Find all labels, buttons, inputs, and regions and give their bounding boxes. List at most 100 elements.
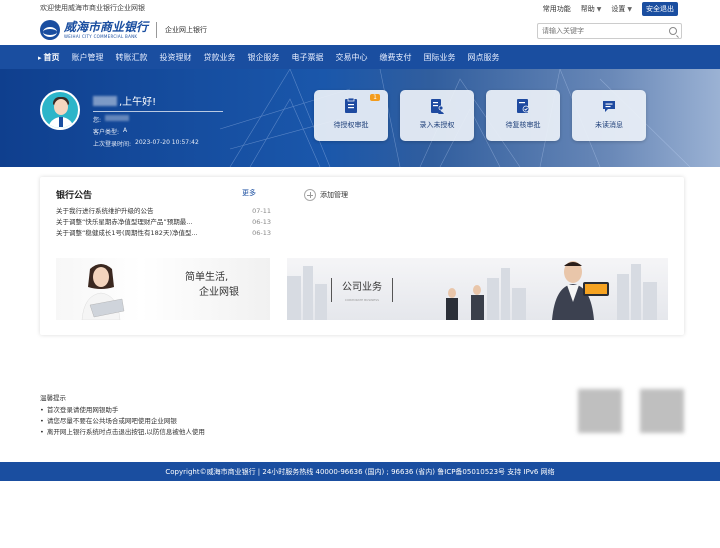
- avatar-tie: [59, 117, 63, 127]
- woman-with-laptop-illustration: [81, 264, 125, 320]
- header: 威海市商业银行 WEIHAI CITY COMMERCIAL BANK 企业网上…: [0, 16, 720, 44]
- role-row: 您:: [93, 115, 223, 124]
- chevron-down-icon: ▼: [627, 5, 632, 13]
- top-link-help[interactable]: 帮助 ▼: [581, 4, 602, 14]
- avatar-face: [54, 99, 68, 115]
- nav-list: 首页 账户管理 转账汇款 投资理财 贷款业务 银企服务 电子票据 交易中心 缴费…: [0, 45, 720, 69]
- promo-banner-simple-life[interactable]: 简单生活, 企业网银: [56, 258, 270, 320]
- nav-item-investment[interactable]: 投资理财: [160, 52, 192, 63]
- top-link-common-functions[interactable]: 常用功能: [543, 4, 571, 14]
- top-bar: 欢迎使用威海市商业银行企业网银 常用功能 帮助 ▼ 设置 ▼ 安全退出: [0, 0, 720, 16]
- nav-item-branches[interactable]: 网点服务: [468, 52, 500, 63]
- search-box: [537, 23, 682, 39]
- notice-item[interactable]: 关于调整“快乐星期赤净值型理财产品”预期最... 06-13: [56, 217, 271, 228]
- notice-date: 07-11: [252, 207, 271, 215]
- top-link-label: 设置: [611, 5, 626, 13]
- last-login-label: 上次登录时间:: [93, 141, 132, 148]
- notice-title: 银行公告: [56, 191, 93, 201]
- nav-item-home[interactable]: 首页: [38, 52, 60, 63]
- document-check-icon: [516, 98, 530, 114]
- category-row: 客户类型: A: [93, 127, 223, 136]
- notice-list: 关于我行进行系统维护升级的公告 07-11 关于调整“快乐星期赤净值型理财产品”预…: [56, 206, 271, 239]
- welcome-text: 欢迎使用威海市商业银行企业网银: [40, 4, 145, 12]
- pending-count-badge: 1: [370, 94, 380, 101]
- last-login-value: 2023-07-20 10:57:42: [135, 139, 199, 146]
- top-link-label: 常用功能: [542, 5, 571, 13]
- top-link-settings[interactable]: 设置 ▼: [611, 4, 632, 14]
- user-info-divider: [93, 111, 223, 112]
- footer-text: Copyright©威海市商业银行 | 24小时服务热线 40000-96636…: [165, 467, 555, 476]
- nav-item-loans[interactable]: 贷款业务: [204, 52, 236, 63]
- category-label: 客户类型:: [93, 129, 120, 136]
- greeting: ,上午好!: [93, 93, 223, 108]
- quick-label: 待复核审批: [505, 121, 541, 129]
- main-nav: 首页 账户管理 转账汇款 投资理财 贷款业务 银企服务 电子票据 交易中心 缴费…: [0, 45, 720, 69]
- search-input[interactable]: [542, 27, 662, 35]
- quick-unread-messages[interactable]: 未读消息: [572, 90, 646, 141]
- document-person-icon: [430, 98, 444, 114]
- category-value: A: [123, 127, 128, 134]
- notice-date: 06-13: [252, 218, 271, 226]
- notice-date: 06-13: [252, 229, 271, 237]
- footer: Copyright©威海市商业银行 | 24小时服务热线 40000-96636…: [0, 462, 720, 481]
- logo-name-cn: 威海市商业银行: [64, 20, 149, 34]
- tip-item: 请您尽量不要在公共场合或网吧使用企业网银: [40, 416, 205, 427]
- promo-banner-corporate[interactable]: 公司业务 CORPORATE BUSINESS: [287, 258, 668, 320]
- corporate-subtitle: CORPORATE BUSINESS: [344, 298, 380, 302]
- nav-item-transfer[interactable]: 转账汇款: [116, 52, 148, 63]
- add-management-label: 添加管理: [320, 191, 348, 199]
- greeting-text: ,上午好!: [119, 97, 157, 108]
- hero-banner: ,上午好! 您: 客户类型: A 上次登录时间: 2023-07-20 10:57:…: [0, 69, 720, 167]
- logo-name-en: WEIHAI CITY COMMERCIAL BANK: [64, 34, 138, 39]
- qr-code-image: [640, 389, 684, 433]
- user-info: ,上午好! 您: 客户类型: A 上次登录时间: 2023-07-20 10:57:…: [93, 93, 223, 148]
- message-icon: [602, 98, 616, 114]
- quick-pending-review[interactable]: 待复核审批: [486, 90, 560, 141]
- logo-divider: [156, 22, 158, 38]
- last-login-row: 上次登录时间: 2023-07-20 10:57:42: [93, 139, 223, 148]
- slogan-line2: 企业网银: [199, 287, 239, 298]
- nav-item-payments[interactable]: 缴费支付: [380, 52, 412, 63]
- masked-username: [93, 95, 117, 106]
- tips-title: 温馨提示: [40, 394, 66, 402]
- document-approve-icon: [344, 97, 358, 114]
- notice-item[interactable]: 关于调整“稳健成长1号(周期性有182天)净值型... 06-13: [56, 228, 271, 239]
- top-links: 常用功能 帮助 ▼ 设置 ▼ 安全退出: [543, 2, 678, 16]
- nav-item-e-bills[interactable]: 电子票据: [292, 52, 324, 63]
- qr-code-image: [578, 389, 622, 433]
- quick-label: 录入未授权: [419, 121, 455, 129]
- notice-more-link[interactable]: 更多: [242, 188, 256, 198]
- content-panel: 银行公告 更多 关于我行进行系统维护升级的公告 07-11 关于调整“快乐星期赤净…: [40, 177, 684, 335]
- tip-item: 首次登录请使用网银助手: [40, 405, 205, 416]
- notice-text: 关于调整“稳健成长1号(周期性有182天)净值型...: [56, 229, 198, 237]
- bank-logo-icon: [40, 20, 60, 40]
- corporate-business-label: 公司业务 CORPORATE BUSINESS: [331, 278, 393, 302]
- search-icon[interactable]: [669, 27, 677, 35]
- role-label: 您:: [93, 117, 102, 124]
- quick-label: 待授权审批: [333, 121, 369, 129]
- logo-subtitle: 企业网上银行: [165, 26, 208, 34]
- bank-logo[interactable]: 威海市商业银行 WEIHAI CITY COMMERCIAL BANK 企业网上…: [40, 20, 207, 40]
- plus-icon: [304, 189, 316, 201]
- top-link-label: 帮助: [580, 5, 595, 13]
- quick-label: 未读消息: [595, 121, 623, 129]
- notice-item[interactable]: 关于我行进行系统维护升级的公告 07-11: [56, 206, 271, 217]
- tips-section: 温馨提示 首次登录请使用网银助手 请您尽量不要在公共场合或网吧使用企业网银 离开…: [40, 393, 205, 438]
- corporate-title: 公司业务: [342, 282, 382, 293]
- nav-item-international[interactable]: 国际业务: [424, 52, 456, 63]
- nav-item-accounts[interactable]: 账户管理: [72, 52, 104, 63]
- notice-text: 关于我行进行系统维护升级的公告: [56, 207, 154, 215]
- logout-button[interactable]: 安全退出: [642, 2, 678, 16]
- quick-unauthorized-entries[interactable]: 录入未授权: [400, 90, 474, 141]
- quick-pending-authorization[interactable]: 1 待授权审批: [314, 90, 388, 141]
- nav-item-bank-enterprise[interactable]: 银企服务: [248, 52, 280, 63]
- add-management-button[interactable]: 添加管理: [304, 189, 348, 201]
- promo-slogan: 简单生活, 企业网银: [185, 270, 239, 300]
- chevron-down-icon: ▼: [596, 5, 602, 13]
- slogan-line1: 简单生活,: [185, 272, 229, 283]
- masked-role: [105, 115, 130, 121]
- tip-item: 离开网上银行系统时点击退出按钮,以防信息被他人使用: [40, 427, 205, 438]
- logo-text: 威海市商业银行 WEIHAI CITY COMMERCIAL BANK: [64, 20, 149, 40]
- avatar[interactable]: [40, 90, 80, 130]
- nav-item-trading[interactable]: 交易中心: [336, 52, 368, 63]
